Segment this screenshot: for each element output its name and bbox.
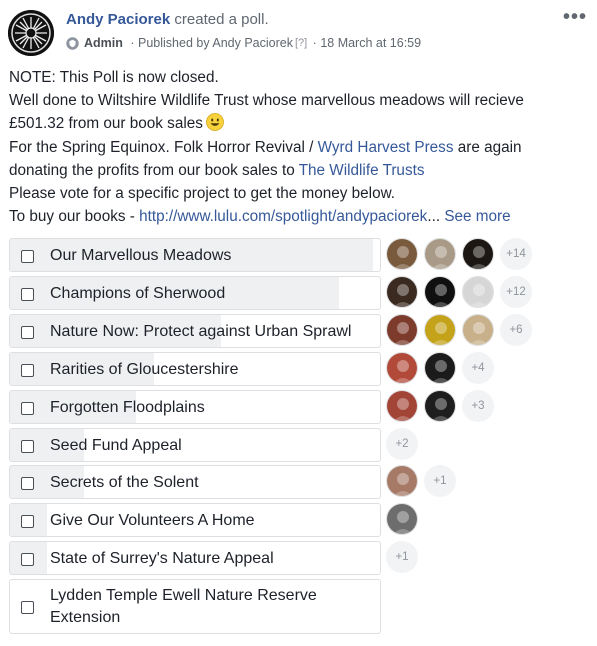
poll-option-voters: +4: [386, 352, 494, 384]
voter-avatar[interactable]: [386, 276, 418, 308]
more-voters-badge[interactable]: +6: [500, 314, 532, 346]
voter-avatar[interactable]: [462, 276, 494, 308]
poll-option-checkbox[interactable]: [21, 401, 34, 415]
smiley-emoji-icon: [205, 113, 224, 132]
voter-avatar[interactable]: [386, 238, 418, 270]
poll-option-label: Lydden Temple Ewell Nature Reserve Extens…: [50, 585, 317, 629]
body-text: £501.32 from our book sales: [9, 115, 203, 133]
poll-option[interactable]: Seed Fund Appeal: [9, 428, 381, 462]
published-by: Published by Andy Paciorek: [138, 36, 293, 50]
more-voters-badge[interactable]: +1: [386, 541, 418, 573]
poll-option-checkbox[interactable]: [21, 249, 34, 263]
wildlife-trusts-link[interactable]: The Wildlife Trusts: [299, 162, 425, 179]
admin-badge: Admin: [84, 36, 123, 50]
author-name-link[interactable]: Andy Paciorek: [66, 11, 170, 28]
poll-option-label: Our Marvellous Meadows: [50, 247, 232, 264]
poll-option-checkbox[interactable]: [21, 363, 34, 377]
poll-option-label: State of Surrey's Nature Appeal: [50, 550, 274, 567]
poll-option-voters: +6: [386, 314, 532, 346]
voter-avatar[interactable]: [424, 314, 456, 346]
voter-avatar[interactable]: [386, 503, 418, 535]
poll-option-label-line: Extension: [50, 609, 121, 626]
poll-option-voters: +2: [386, 428, 418, 460]
meta-separator: ·: [309, 36, 321, 50]
body-text: donating the profits from our book sales…: [9, 161, 299, 179]
poll-option[interactable]: Our Marvellous Meadows: [9, 238, 381, 272]
poll-option-checkbox[interactable]: [21, 514, 34, 528]
body-text: To buy our books -: [9, 208, 140, 226]
poll-option[interactable]: Secrets of the Solent: [9, 465, 381, 499]
poll-option-label: Champions of Sherwood: [50, 285, 226, 302]
poll-option-checkbox[interactable]: [21, 287, 34, 301]
more-voters-badge[interactable]: +12: [500, 276, 532, 308]
body-text: are again: [453, 138, 522, 156]
shield-icon: [66, 36, 79, 50]
body-line: donating the profits from our book sales…: [9, 159, 589, 182]
poll-option-label: Nature Now: Protect against Urban Sprawl: [50, 323, 352, 340]
more-voters-badge[interactable]: +2: [386, 428, 418, 460]
poll-option-label: Give Our Volunteers A Home: [50, 512, 255, 529]
poll-option-voters: [386, 503, 424, 535]
more-options-button[interactable]: •••: [563, 6, 587, 29]
header-line: Andy Paciorek created a poll.: [66, 11, 269, 28]
post-body: NOTE: This Poll is now closed. Well done…: [9, 66, 589, 228]
poll-option-checkbox[interactable]: [21, 476, 34, 490]
voter-avatar[interactable]: [386, 390, 418, 422]
poll-option-label-line: Lydden Temple Ewell Nature Reserve: [50, 587, 317, 604]
lulu-link[interactable]: http://www.lulu.com/spotlight/andypacior…: [139, 208, 427, 225]
poll-option-label: Forgotten Floodplains: [50, 399, 205, 416]
post-action-text: created a poll.: [174, 11, 269, 28]
poll-option-checkbox[interactable]: [21, 325, 34, 339]
body-line: Well done to Wiltshire Wildlife Trust wh…: [9, 92, 524, 110]
poll-option[interactable]: State of Surrey's Nature Appeal: [9, 541, 381, 575]
body-line: To buy our books - http://www.lulu.com/s…: [9, 205, 589, 228]
voter-avatar[interactable]: [424, 352, 456, 384]
poll-option[interactable]: Nature Now: Protect against Urban Sprawl: [9, 314, 381, 348]
poll-option[interactable]: Champions of Sherwood: [9, 276, 381, 310]
poll-option[interactable]: Rarities of Gloucestershire: [9, 352, 381, 386]
body-text: For the Spring Equinox. Folk Horror Revi…: [9, 138, 318, 156]
body-line: Please vote for a specific project to ge…: [9, 185, 396, 203]
poll-option-voters: +1: [386, 465, 456, 497]
poll-option[interactable]: Forgotten Floodplains: [9, 390, 381, 424]
voter-avatar[interactable]: [386, 352, 418, 384]
voter-avatar[interactable]: [386, 314, 418, 346]
post-header: Andy Paciorek created a poll. Admin · Pu…: [8, 6, 589, 60]
post-meta: Admin · Published by Andy Paciorek [?] ·…: [66, 36, 421, 50]
poll-option-label: Seed Fund Appeal: [50, 437, 182, 454]
post-timestamp[interactable]: 18 March at 16:59: [320, 36, 421, 50]
poll-option-voters: +14: [386, 238, 532, 270]
wyrd-harvest-press-link[interactable]: Wyrd Harvest Press: [318, 139, 454, 156]
voter-avatar[interactable]: [462, 314, 494, 346]
more-voters-badge[interactable]: +1: [424, 465, 456, 497]
body-line: NOTE: This Poll is now closed.: [9, 69, 219, 86]
poll-option-voters: +1: [386, 541, 418, 573]
more-voters-badge[interactable]: +3: [462, 390, 494, 422]
more-voters-badge[interactable]: +14: [500, 238, 532, 270]
poll-option-label: Secrets of the Solent: [50, 474, 199, 491]
voter-avatar[interactable]: [424, 238, 456, 270]
poll-option[interactable]: Lydden Temple Ewell Nature Reserve Extens…: [9, 579, 381, 634]
poll-option-label: Rarities of Gloucestershire: [50, 361, 239, 378]
author-avatar[interactable]: [8, 10, 54, 56]
meta-separator: ·: [126, 36, 138, 50]
body-line: For the Spring Equinox. Folk Horror Revi…: [9, 136, 589, 159]
voter-avatar[interactable]: [424, 276, 456, 308]
poll-option-checkbox[interactable]: [21, 601, 34, 614]
ellipsis: ...: [427, 208, 441, 226]
poll-option-checkbox[interactable]: [21, 439, 34, 453]
more-voters-badge[interactable]: +4: [462, 352, 494, 384]
body-line: £501.32 from our book sales: [9, 112, 589, 135]
poll-option[interactable]: Give Our Volunteers A Home: [9, 503, 381, 537]
poll-option-voters: +12: [386, 276, 532, 308]
voter-avatar[interactable]: [424, 390, 456, 422]
see-more-link[interactable]: See more: [444, 208, 510, 225]
poll-option-checkbox[interactable]: [21, 552, 34, 566]
help-icon[interactable]: [?]: [295, 37, 307, 49]
voter-avatar[interactable]: [462, 238, 494, 270]
voter-avatar[interactable]: [386, 465, 418, 497]
poll-option-voters: +3: [386, 390, 494, 422]
